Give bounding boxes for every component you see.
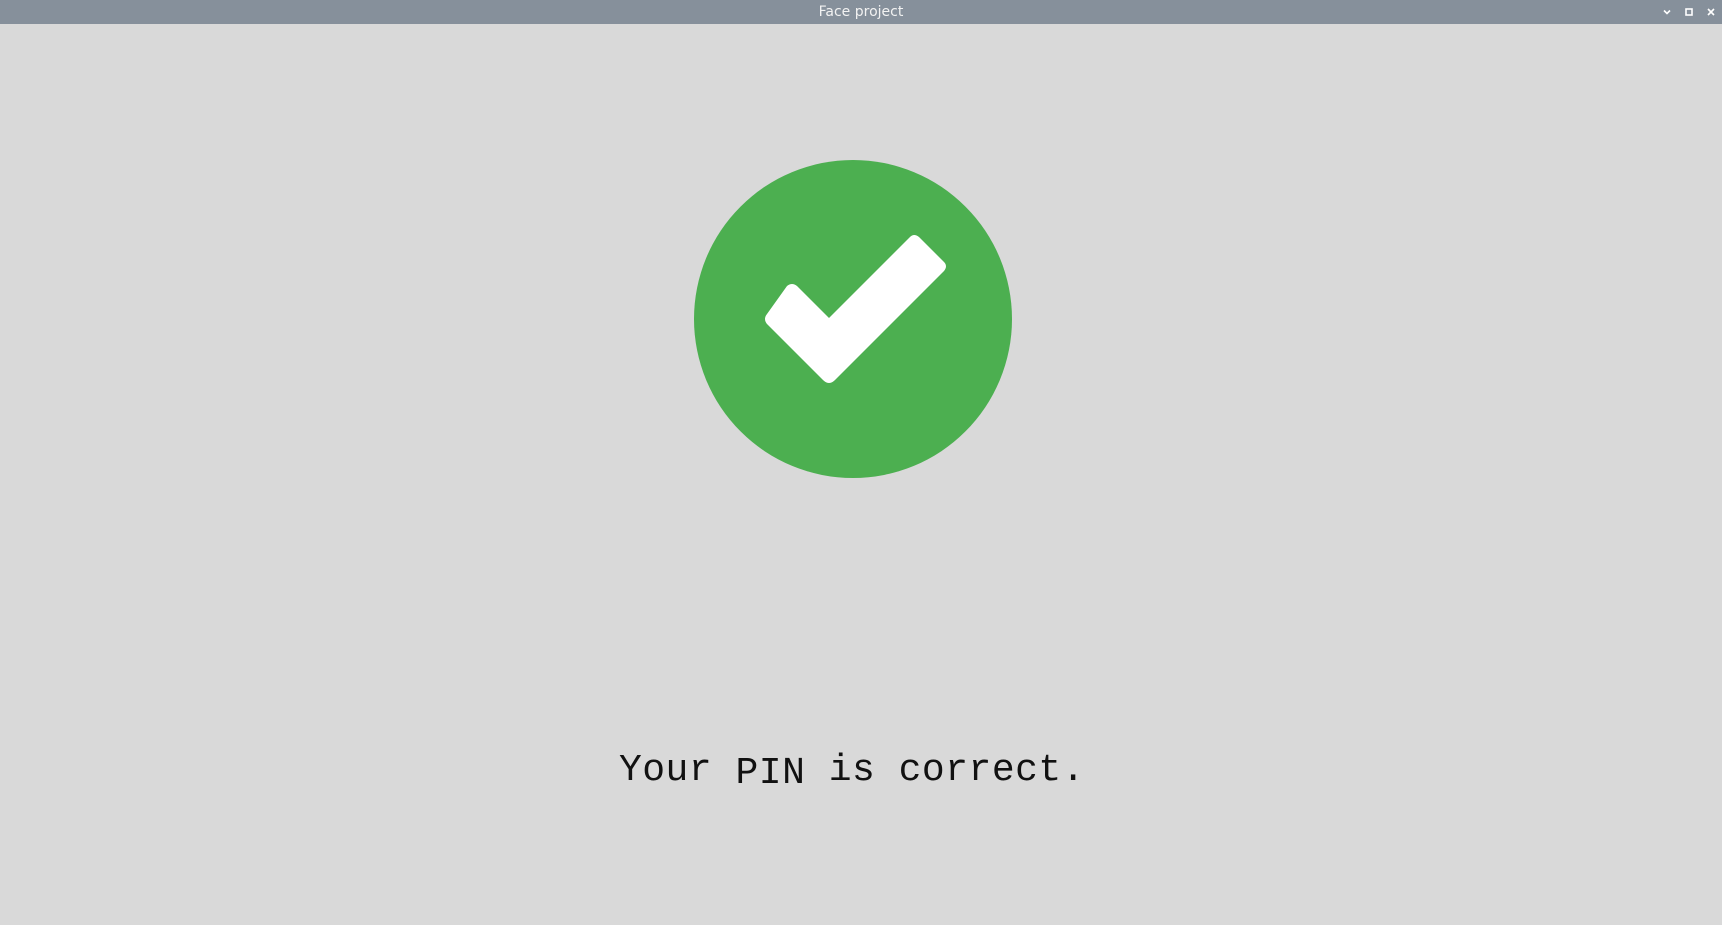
window-controls	[1656, 0, 1722, 24]
message-text-pin: PIN	[735, 752, 806, 795]
close-button[interactable]	[1700, 0, 1722, 24]
minimize-button[interactable]	[1656, 0, 1678, 24]
maximize-button[interactable]	[1678, 0, 1700, 24]
title-bar[interactable]: Face project	[0, 0, 1722, 24]
app-window: Face project Your PIN is correct.	[0, 0, 1722, 925]
window-title: Face project	[818, 4, 904, 20]
message-text-after: is correct.	[805, 749, 1086, 792]
chevron-down-icon	[1663, 9, 1671, 15]
main-content: Your PIN is correct.	[0, 24, 1722, 925]
close-icon	[1707, 8, 1715, 16]
checkmark-circle-icon	[694, 160, 1012, 478]
message-text-before: Your	[618, 749, 736, 792]
status-message: Your PIN is correct.	[0, 749, 1704, 795]
maximize-icon	[1685, 8, 1693, 16]
